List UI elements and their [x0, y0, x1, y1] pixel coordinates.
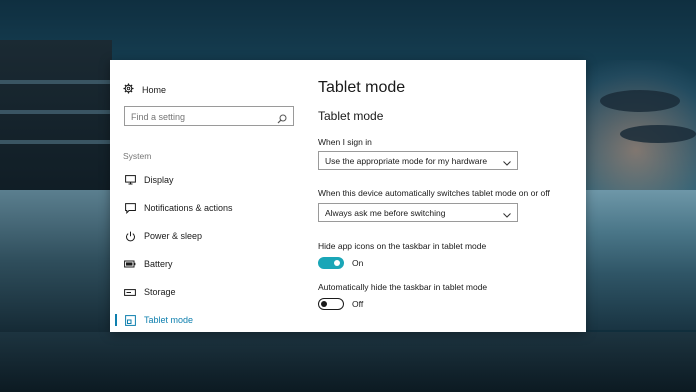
main-content: Tablet mode Tablet mode When I sign in U… [318, 60, 580, 332]
dropdown-value: Always ask me before switching [325, 207, 446, 218]
storage-icon [122, 288, 138, 296]
sign-in-dropdown[interactable]: Use the appropriate mode for my hardware [318, 151, 518, 170]
sidebar-item-tablet-mode[interactable]: Tablet mode [110, 310, 300, 330]
notification-icon [122, 202, 138, 214]
hide-icons-label: Hide app icons on the taskbar in tablet … [318, 241, 487, 251]
sidebar-item-label: Display [144, 175, 174, 185]
search-box[interactable] [124, 106, 294, 126]
chevron-down-icon [503, 210, 511, 220]
home-link[interactable]: Home [123, 82, 166, 98]
switch-label: When this device automatically switches … [318, 188, 550, 198]
sidebar-item-storage[interactable]: Storage [110, 282, 300, 302]
sign-in-label: When I sign in [318, 137, 372, 147]
search-icon[interactable] [277, 111, 287, 129]
search-input[interactable] [125, 108, 271, 126]
gear-icon [123, 81, 134, 99]
sidebar-item-label: Power & sleep [144, 231, 203, 241]
sea [586, 190, 696, 330]
dropdown-value: Use the appropriate mode for my hardware [325, 155, 488, 166]
settings-window: Home System Display [110, 60, 586, 332]
sidebar-item-label: Tablet mode [144, 315, 194, 325]
section-title-system: System [123, 151, 152, 161]
cloud [600, 90, 680, 112]
hide-icons-toggle-row: On [318, 257, 363, 269]
power-icon [122, 231, 138, 242]
toggle-state: On [352, 258, 364, 268]
sidebar: Home System Display [110, 60, 300, 332]
hide-taskbar-label: Automatically hide the taskbar in tablet… [318, 282, 488, 292]
cloud [620, 125, 696, 143]
hide-taskbar-toggle[interactable] [318, 298, 344, 310]
sidebar-item-display[interactable]: Display [110, 170, 300, 190]
home-label: Home [142, 85, 167, 95]
sidebar-item-battery[interactable]: Battery [110, 254, 300, 274]
beach [0, 332, 696, 392]
sidebar-item-label: Notifications & actions [144, 203, 233, 213]
page-title: Tablet mode [318, 79, 406, 96]
switch-dropdown[interactable]: Always ask me before switching [318, 203, 518, 222]
sidebar-item-label: Storage [144, 287, 176, 297]
hide-icons-toggle[interactable] [318, 257, 344, 269]
hide-taskbar-toggle-row: Off [318, 298, 363, 310]
section-heading: Tablet mode [318, 109, 384, 123]
shore [0, 190, 112, 332]
chevron-down-icon [503, 158, 511, 168]
building [0, 40, 112, 210]
sidebar-item-power-sleep[interactable]: Power & sleep [110, 226, 300, 246]
toggle-state: Off [352, 299, 364, 309]
tablet-mode-icon [122, 314, 138, 326]
sidebar-item-label: Battery [144, 259, 173, 269]
battery-icon [122, 260, 138, 268]
sidebar-item-notifications[interactable]: Notifications & actions [110, 198, 300, 218]
monitor-icon [122, 175, 138, 185]
